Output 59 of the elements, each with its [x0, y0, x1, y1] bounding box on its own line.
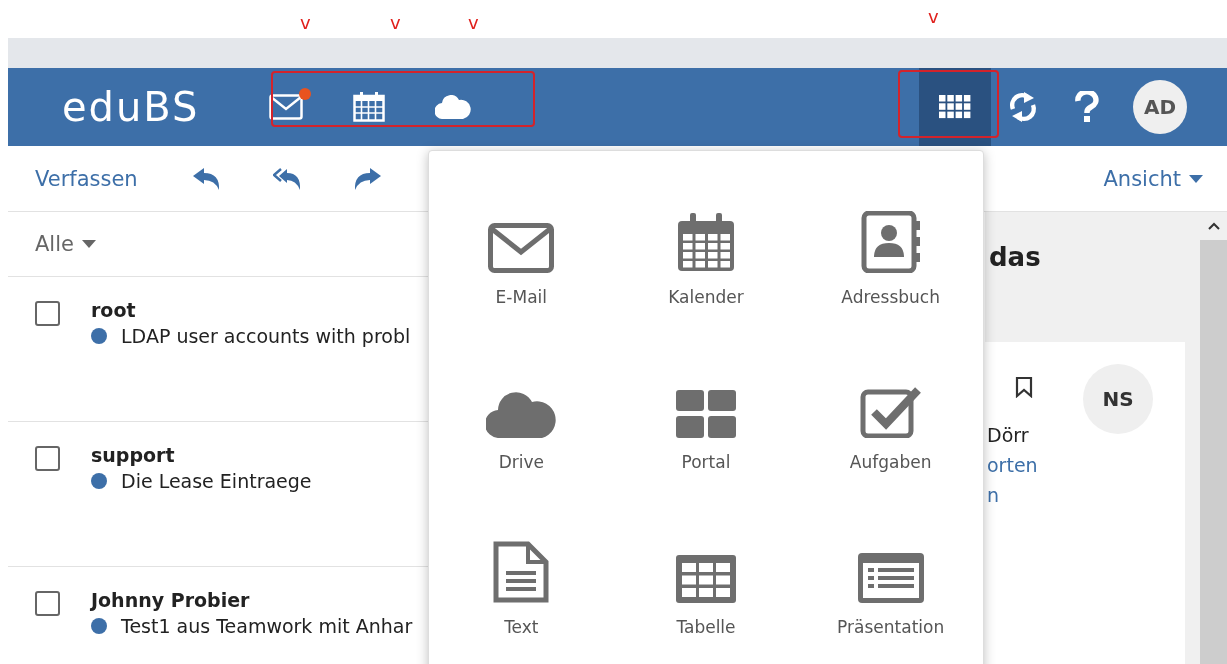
- annotation-mark: v: [300, 12, 311, 33]
- reply-button[interactable]: [192, 167, 221, 190]
- message-checkbox[interactable]: [35, 446, 60, 471]
- calendar-icon: [353, 92, 386, 122]
- message-title: das: [988, 242, 1042, 274]
- annotation-mark: v: [928, 6, 939, 27]
- app-logo: eduBS: [62, 84, 200, 130]
- message-sender: root: [91, 299, 137, 321]
- message-subject[interactable]: LDAP user accounts with probl: [121, 325, 411, 347]
- question-mark-icon: [1075, 91, 1099, 123]
- checkbox-icon: [859, 386, 922, 438]
- user-avatar[interactable]: AD: [1133, 80, 1187, 134]
- app-menu-item[interactable]: Portal: [613, 356, 799, 472]
- scrollbar[interactable]: [1200, 212, 1227, 664]
- presentation-icon: [857, 553, 924, 603]
- message-subject[interactable]: Die Lease Eintraege: [121, 470, 312, 492]
- app-menu-item[interactable]: Text: [429, 521, 614, 637]
- compose-link[interactable]: Verfassen: [35, 166, 138, 191]
- message-sender: support: [91, 444, 176, 466]
- app-menu-item[interactable]: Kalender: [613, 191, 799, 307]
- forward-icon: [352, 167, 381, 190]
- app-menu-item[interactable]: Adressbuch: [798, 191, 983, 307]
- envelope-icon: [269, 94, 304, 120]
- reply-all-icon: [272, 167, 301, 190]
- table-icon: [676, 555, 736, 603]
- caret-icon: [81, 240, 96, 248]
- bookmark-icon[interactable]: [1015, 376, 1033, 398]
- document-icon: [493, 541, 550, 603]
- view-menu-button[interactable]: Ansicht: [1103, 166, 1203, 191]
- reply-all-button[interactable]: [272, 167, 301, 190]
- cloud-icon: [435, 95, 472, 119]
- notification-dot: [299, 88, 312, 100]
- annotation-mark: v: [468, 12, 479, 33]
- app-menu-item[interactable]: Präsentation: [798, 521, 983, 637]
- app-menu-item[interactable]: Drive: [429, 356, 614, 472]
- action-link[interactable]: n: [987, 484, 1185, 506]
- grid-icon: [939, 95, 971, 119]
- message-subject[interactable]: Test1 aus Teamwork mit Anhar: [121, 615, 413, 637]
- action-link[interactable]: orten: [987, 454, 1185, 476]
- message-checkbox[interactable]: [35, 301, 60, 326]
- forward-button[interactable]: [352, 167, 381, 190]
- app-menu-item[interactable]: E-Mail: [429, 191, 614, 307]
- scroll-up-icon[interactable]: [1207, 222, 1220, 230]
- sender-avatar: NS: [1083, 364, 1153, 434]
- envelope-icon: [488, 223, 555, 273]
- cloud-icon: [486, 390, 557, 438]
- reply-icon: [192, 167, 221, 190]
- app-launcher-button[interactable]: [919, 68, 991, 146]
- tiles-icon: [676, 390, 736, 438]
- sender-name: Dörr: [987, 424, 1030, 446]
- annotation-mark: v: [390, 12, 401, 33]
- message-sender: Johnny Probier: [91, 589, 251, 611]
- refresh-icon: [1008, 91, 1038, 123]
- app-menu-item[interactable]: Tabelle: [613, 521, 799, 637]
- message-checkbox[interactable]: [35, 591, 60, 616]
- caret-icon: [1189, 174, 1203, 183]
- address-book-icon: [859, 211, 922, 273]
- calendar-icon: [676, 213, 736, 273]
- app-menu-item[interactable]: Aufgaben: [798, 356, 983, 472]
